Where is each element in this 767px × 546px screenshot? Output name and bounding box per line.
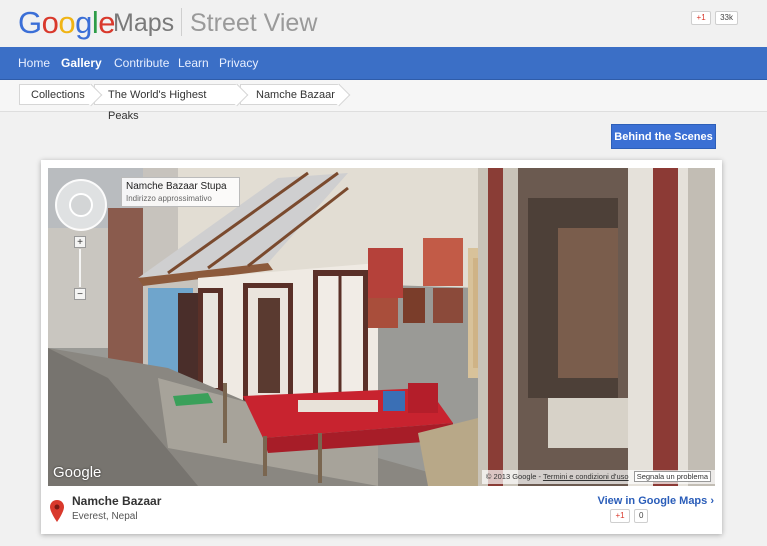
nav-item-home[interactable]: Home <box>18 47 50 79</box>
place-name: Namche Bazaar <box>72 494 162 508</box>
logo-letter: o <box>58 5 76 40</box>
breadcrumb-label: Collections <box>31 89 85 101</box>
breadcrumb-label: The World's Highest Peaks <box>108 89 207 122</box>
nav-item-privacy[interactable]: Privacy <box>219 47 258 79</box>
place-plusone-widget: +1 0 <box>610 509 649 523</box>
maps-label: Maps <box>113 9 175 37</box>
top-header: Google Maps Street View +1 33k <box>0 0 767 47</box>
street-scene-image <box>48 168 715 486</box>
google-watermark: Google <box>53 464 102 481</box>
logo-letter: g <box>75 5 92 40</box>
report-problem-link[interactable]: Segnala un problema <box>633 471 711 482</box>
logo-letter: o <box>41 5 59 40</box>
place-location: Everest, Nepal <box>72 511 138 522</box>
breadcrumb-item-namche-bazaar[interactable]: Namche Bazaar <box>240 83 351 107</box>
pan-center-icon <box>69 193 93 217</box>
pan-control[interactable] <box>55 179 107 231</box>
google-logo[interactable]: Google <box>18 5 116 41</box>
behind-the-scenes-button[interactable]: Behind the Scenes <box>611 124 716 149</box>
nav-item-gallery[interactable]: Gallery <box>61 47 102 79</box>
zoom-in-button[interactable]: + <box>74 236 86 248</box>
breadcrumb-item-collections[interactable]: Collections <box>19 83 103 107</box>
nav-item-contribute[interactable]: Contribute <box>114 47 169 79</box>
nav-item-learn[interactable]: Learn <box>178 47 209 79</box>
terms-link[interactable]: Termini e condizioni d'uso <box>543 472 629 481</box>
zoom-out-button[interactable]: − <box>74 288 86 300</box>
plusone-widget: +1 33k <box>691 11 738 25</box>
zoom-track[interactable] <box>79 249 81 287</box>
copyright-text: © 2013 Google <box>485 472 537 481</box>
plusone-count: 33k <box>715 11 738 25</box>
street-view-label: Street View <box>190 9 318 37</box>
plusone-button[interactable]: +1 <box>691 11 712 25</box>
breadcrumb: Collections The World's Highest Peaks Na… <box>0 80 767 122</box>
zoom-control: + − <box>74 236 86 300</box>
map-pin-icon <box>50 500 64 522</box>
place-overlay-label[interactable]: Namche Bazaar Stupa Indirizzo approssima… <box>121 177 240 207</box>
logo-letter: G <box>18 5 42 40</box>
street-view-card: + − Namche Bazaar Stupa Indirizzo appros… <box>41 160 722 534</box>
breadcrumb-label: Namche Bazaar <box>256 89 335 101</box>
place-plusone-count: 0 <box>634 509 649 523</box>
place-overlay-sub: Indirizzo approssimativo <box>126 194 212 203</box>
view-in-google-maps-link[interactable]: View in Google Maps › <box>597 495 714 507</box>
main-nav: Home Gallery Contribute Learn Privacy <box>0 47 767 80</box>
header-divider <box>181 8 182 36</box>
place-overlay-name: Namche Bazaar Stupa <box>126 181 227 192</box>
breadcrumb-item-highest-peaks[interactable]: The World's Highest Peaks <box>94 83 249 122</box>
copyright-bar: © 2013 Google - Termini e condizioni d'u… <box>481 470 715 484</box>
street-view-panorama[interactable]: + − Namche Bazaar Stupa Indirizzo appros… <box>48 168 715 486</box>
place-plusone-button[interactable]: +1 <box>610 509 630 523</box>
